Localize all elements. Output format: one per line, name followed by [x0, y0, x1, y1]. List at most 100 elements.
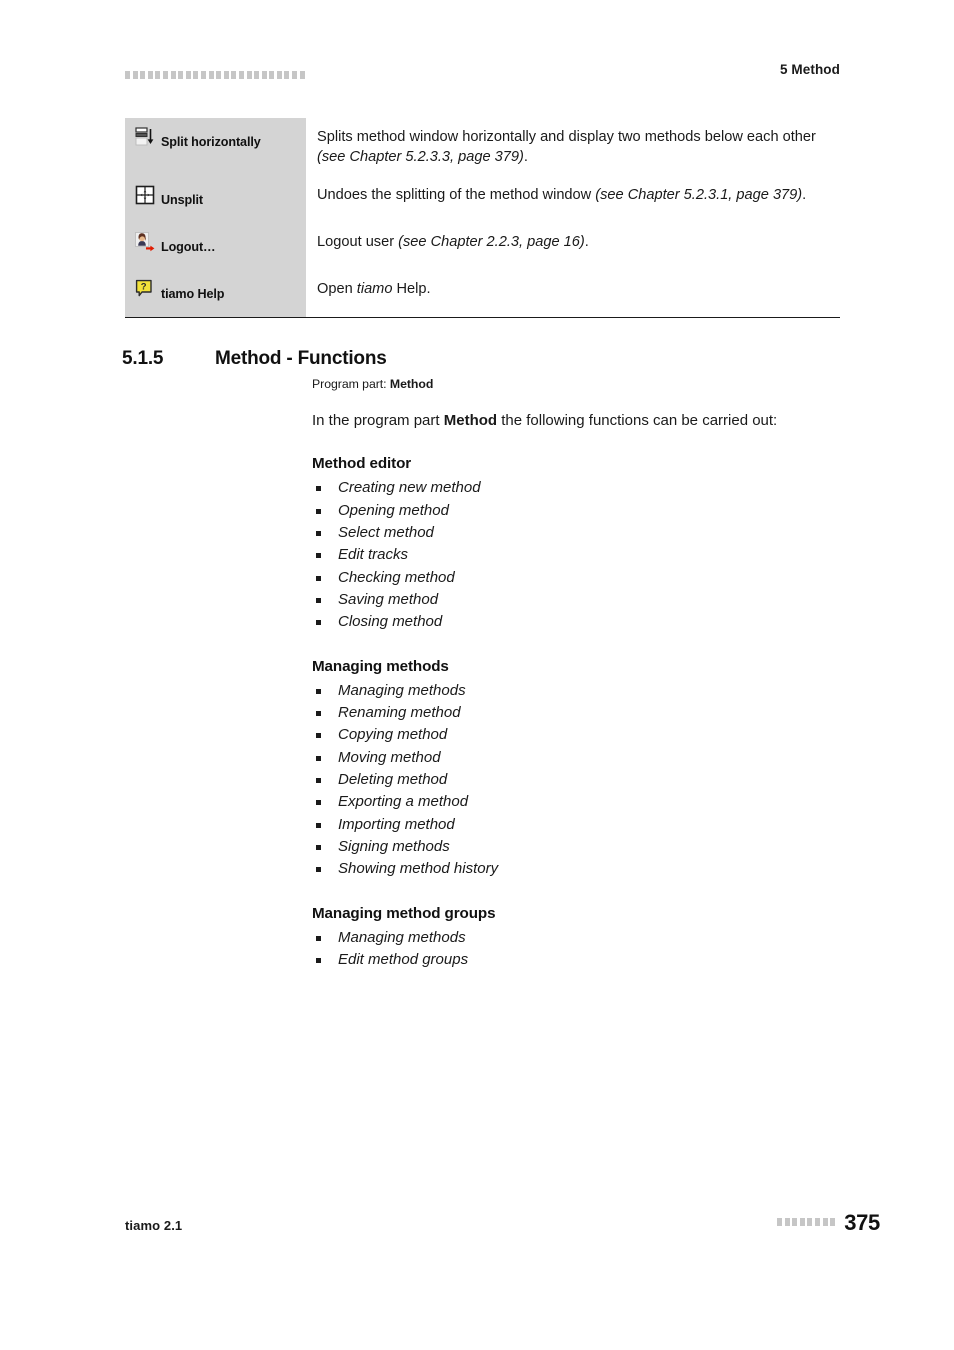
- description-text-2: (see Chapter 2.2.3, page 16): [398, 233, 585, 250]
- icon-label: Logout…: [161, 239, 216, 254]
- decoration-square: [822, 1218, 828, 1226]
- decoration-square: [792, 1218, 798, 1226]
- section-title: Method - Functions: [215, 348, 387, 369]
- function-group-managing-method-groups: Managing method groups Managing methods …: [312, 905, 842, 972]
- decoration-square: [276, 71, 282, 79]
- intro-text-2: Method: [443, 411, 498, 429]
- document-page: 5 Method Split horizontally Splits metho…: [0, 0, 954, 1350]
- list-item: Creating new method: [312, 477, 842, 499]
- list-item: Managing methods: [312, 680, 842, 702]
- list-item: Select method: [312, 522, 842, 544]
- decoration-square: [216, 71, 222, 79]
- decoration-square: [125, 71, 130, 79]
- section-body: Program part: Method In the program part…: [312, 377, 842, 971]
- decoration-square: [147, 71, 153, 79]
- icon-reference-table: Split horizontally Splits method window …: [125, 118, 840, 318]
- table-row: ? tiamo Help Open tiamo Help.: [125, 269, 840, 317]
- table-row: Unsplit Undoes the splitting of the meth…: [125, 175, 840, 223]
- page-footer: tiamo 2.1 375: [125, 1212, 880, 1242]
- icon-label-cell: Unsplit: [125, 175, 306, 223]
- function-list: Managing methods Edit method groups: [312, 927, 842, 972]
- footer-product-name: tiamo 2.1: [125, 1218, 183, 1233]
- decoration-square: [777, 1218, 783, 1226]
- footer-page-block: 375: [777, 1212, 880, 1234]
- header-chapter-title: 5 Method: [779, 62, 840, 77]
- decoration-square: [170, 71, 176, 79]
- description-text-2: (see Chapter 5.2.3.1, page 379): [595, 186, 803, 203]
- icon-description: Splits method window horizontally and di…: [306, 118, 840, 176]
- decoration-square: [178, 71, 184, 79]
- decoration-square: [193, 71, 199, 79]
- section-number: 5.1.5: [122, 348, 164, 369]
- list-item: Showing method history: [312, 858, 842, 880]
- group-title: Managing methods: [312, 657, 449, 675]
- description-text-1: Logout user: [317, 233, 399, 250]
- icon-label-cell: Logout…: [125, 222, 306, 270]
- intro-paragraph: In the program part Method the following…: [312, 411, 842, 431]
- function-list: Creating new method Opening method Selec…: [312, 477, 842, 633]
- icon-label-cell: ? tiamo Help: [125, 269, 306, 317]
- decoration-square: [784, 1218, 790, 1226]
- program-part-line: Program part: Method: [312, 377, 842, 393]
- list-item: Copying method: [312, 724, 842, 746]
- description-text-2: (see Chapter 5.2.3.3, page 379): [317, 148, 524, 165]
- description-text-3: .: [523, 148, 528, 165]
- decoration-square: [238, 71, 244, 79]
- list-item: Importing method: [312, 814, 842, 836]
- decoration-square: [299, 71, 305, 79]
- program-part-value: Method: [389, 377, 434, 391]
- list-item: Opening method: [312, 500, 842, 522]
- icon-description: Logout user (see Chapter 2.2.3, page 16)…: [306, 223, 840, 270]
- list-item: Deleting method: [312, 769, 842, 791]
- function-group-method-editor: Method editor Creating new method Openin…: [312, 455, 842, 633]
- description-text-3: Help.: [392, 280, 431, 297]
- intro-text-1: In the program part: [312, 411, 444, 429]
- decoration-square: [140, 71, 146, 79]
- icon-description: Undoes the splitting of the method windo…: [306, 176, 840, 223]
- decoration-square: [162, 71, 168, 79]
- decoration-square: [284, 71, 290, 79]
- list-item: Checking method: [312, 567, 842, 589]
- list-item: Edit method groups: [312, 949, 842, 971]
- decoration-square: [830, 1218, 836, 1226]
- page-header: 5 Method: [125, 62, 840, 88]
- icon-label: tiamo Help: [161, 286, 225, 301]
- icon-label: Split horizontally: [161, 135, 261, 149]
- description-text-2: tiamo: [356, 280, 393, 297]
- intro-text-3: the following functions can be carried o…: [497, 411, 778, 429]
- list-item: Managing methods: [312, 927, 842, 949]
- decoration-square: [799, 1218, 805, 1226]
- decoration-square: [223, 71, 229, 79]
- svg-text:?: ?: [141, 282, 147, 293]
- description-text-1: Splits method window horizontally and di…: [317, 129, 816, 145]
- icon-description: Open tiamo Help.: [306, 270, 840, 317]
- header-decoration-squares: [125, 71, 305, 79]
- table-row: Split horizontally Splits method window …: [125, 118, 840, 176]
- decoration-square: [261, 71, 267, 79]
- decoration-square: [208, 71, 214, 79]
- list-item: Renaming method: [312, 702, 842, 724]
- list-item: Closing method: [312, 611, 842, 633]
- function-group-managing-methods: Managing methods Managing methods Renami…: [312, 658, 842, 881]
- decoration-square: [132, 71, 138, 79]
- decoration-square: [815, 1218, 820, 1226]
- list-item: Saving method: [312, 589, 842, 611]
- group-title: Method editor: [312, 455, 412, 473]
- icon-label: Unsplit: [161, 192, 203, 207]
- footer-decoration-squares: [777, 1218, 836, 1228]
- split-horizontally-icon: [135, 127, 155, 147]
- description-text-1: Undoes the splitting of the method windo…: [317, 186, 596, 203]
- decoration-square: [155, 71, 161, 79]
- unsplit-icon: [135, 185, 155, 205]
- list-item: Exporting a method: [312, 791, 842, 813]
- decoration-square: [292, 71, 298, 79]
- decoration-square: [254, 71, 260, 79]
- description-text-3: .: [584, 233, 589, 250]
- group-title: Managing method groups: [312, 904, 496, 922]
- page-number: 375: [844, 1210, 880, 1235]
- list-item: Edit tracks: [312, 544, 842, 566]
- list-item: Moving method: [312, 747, 842, 769]
- logout-icon: [135, 232, 155, 252]
- decoration-square: [185, 71, 191, 79]
- icon-label-cell: Split horizontally: [125, 118, 306, 176]
